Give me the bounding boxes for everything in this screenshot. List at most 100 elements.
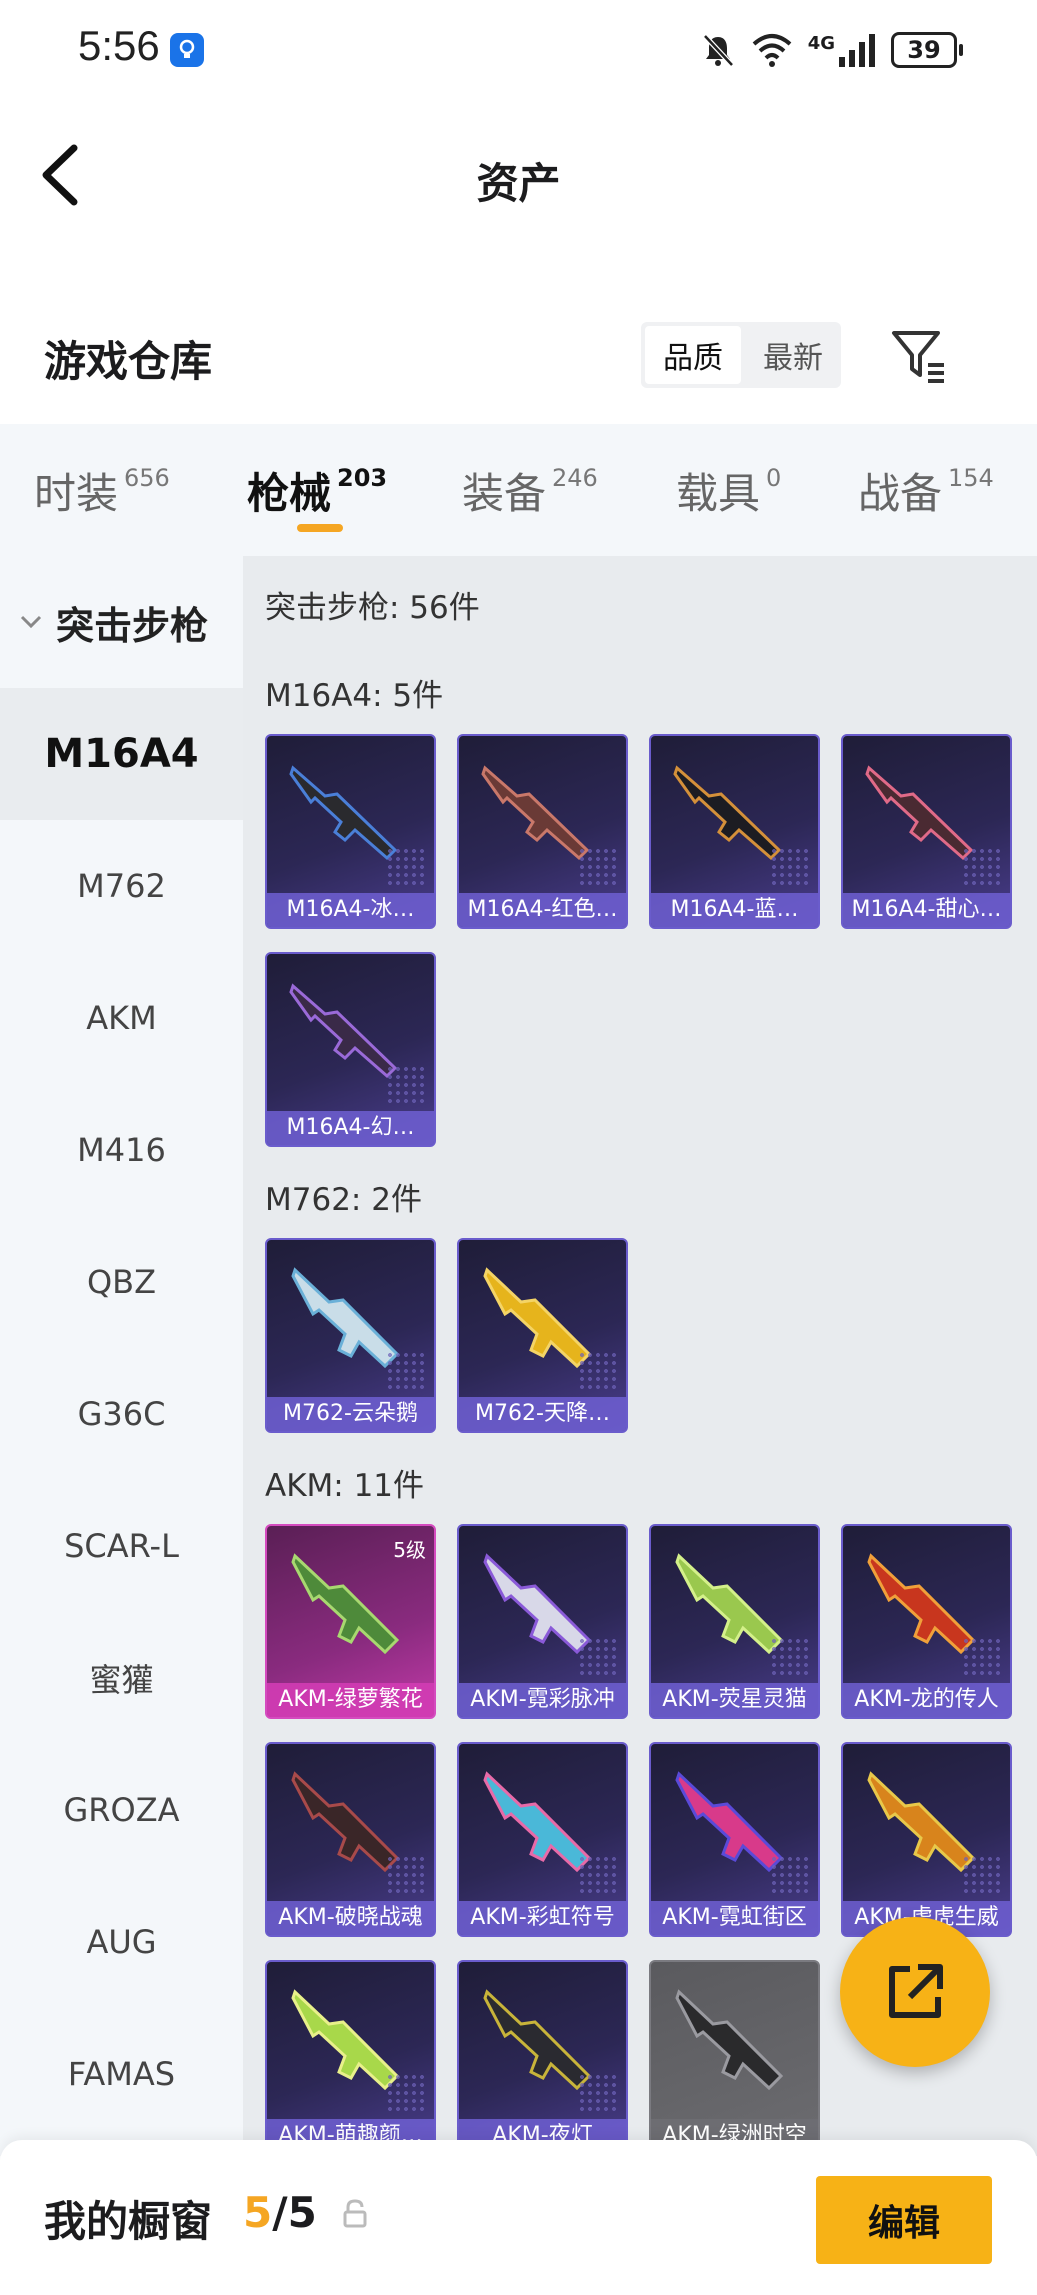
filter-icon[interactable] xyxy=(888,325,948,385)
sidebar-item-m16a4[interactable]: M16A4 xyxy=(0,688,243,820)
weapon-card[interactable]: AKM-破晓战魂 xyxy=(265,1742,436,1937)
sidebar-item-groza[interactable]: GROZA xyxy=(0,1744,243,1876)
weapon-name: M16A4-蓝… xyxy=(651,893,818,927)
tab-vehicles[interactable]: 载具 0 xyxy=(676,460,781,521)
weapon-card[interactable]: M762-云朵鹅 xyxy=(265,1238,436,1433)
tab-count: 154 xyxy=(948,464,994,492)
tab-label: 枪械 xyxy=(247,469,332,518)
clock: 5:56 xyxy=(78,22,160,69)
section-label-m16a4: M16A4: 5件 xyxy=(265,678,444,714)
sidebar-item-akm[interactable]: AKM xyxy=(0,952,243,1084)
rifle-icon xyxy=(675,1989,784,2091)
weapon-name: AKM-破晓战魂 xyxy=(267,1901,434,1935)
section-label-m762: M762: 2件 xyxy=(265,1182,422,1218)
dot-pattern xyxy=(386,847,426,887)
dot-pattern xyxy=(578,1351,618,1391)
weapon-card[interactable]: M16A4-红色… xyxy=(457,734,628,929)
dot-pattern xyxy=(578,2073,618,2113)
weapon-name: M762-天降… xyxy=(459,1397,626,1431)
tab-count: 246 xyxy=(552,464,598,492)
showcase-total: 5 xyxy=(287,2188,317,2237)
weapon-card[interactable]: M762-天降… xyxy=(457,1238,628,1433)
weapon-card[interactable]: M16A4-冰… xyxy=(265,734,436,929)
chevron-down-icon xyxy=(20,615,42,629)
tab-guns[interactable]: 枪械 203 xyxy=(247,460,387,521)
weapon-name: M16A4-红色… xyxy=(459,893,626,927)
showcase-count: 5/5 xyxy=(243,2188,317,2237)
dot-pattern xyxy=(962,847,1002,887)
lightbulb-icon xyxy=(170,33,204,67)
tab-count: 203 xyxy=(337,464,388,492)
sidebar-group-label: 突击步枪 xyxy=(56,603,209,648)
share-button[interactable] xyxy=(840,1917,990,2067)
weapon-card[interactable]: M16A4-蓝… xyxy=(649,734,820,929)
tab-count: 0 xyxy=(766,464,782,492)
dot-pattern xyxy=(386,1351,426,1391)
lock-icon xyxy=(343,2199,367,2228)
weapon-name: AKM-龙的传人 xyxy=(843,1683,1010,1717)
sidebar-item-g36c[interactable]: G36C xyxy=(0,1348,243,1480)
weapon-name: M16A4-甜心… xyxy=(843,893,1010,927)
weapon-name: AKM-荧星灵猫 xyxy=(651,1683,818,1717)
section-label-akm: AKM: 11件 xyxy=(265,1468,425,1504)
sidebar-item-famas[interactable]: FAMAS xyxy=(0,2008,243,2140)
weapon-card[interactable]: AKM-霓彩脉冲 xyxy=(457,1524,628,1719)
dot-pattern xyxy=(578,847,618,887)
weapon-card[interactable]: M16A4-幻… xyxy=(265,952,436,1147)
showcase-current: 5 xyxy=(243,2188,273,2237)
weapon-card[interactable]: AKM-虎虎生威 xyxy=(841,1742,1012,1937)
tab-supplies[interactable]: 战备 154 xyxy=(858,460,994,521)
weapon-card[interactable]: M16A4-甜心… xyxy=(841,734,1012,929)
weapon-sidebar: 突击步枪 M16A4 M762 AKM M416 QBZ G36C SCAR-L… xyxy=(0,556,243,2156)
tab-equipment[interactable]: 装备 246 xyxy=(462,460,598,521)
sidebar-item-m416[interactable]: M416 xyxy=(0,1084,243,1216)
showcase-label: 我的橱窗 xyxy=(44,2197,213,2246)
network-type: 4G xyxy=(807,32,835,54)
assets-page: 5:56 4G 39 资产 游戏仓库 品质 最新 时装 656 枪械 203 装… xyxy=(0,0,1037,2295)
weapon-name: AKM-霓彩脉冲 xyxy=(459,1683,626,1717)
level-badge: 5级 xyxy=(393,1538,426,1562)
page-title: 资产 xyxy=(476,159,561,208)
battery-icon: 39 xyxy=(891,32,963,68)
category-summary: 突击步枪: 56件 xyxy=(265,590,480,626)
sidebar-item-aug[interactable]: AUG xyxy=(0,1876,243,2008)
dot-pattern xyxy=(770,1637,810,1677)
mute-icon xyxy=(702,34,734,67)
edit-button[interactable]: 编辑 xyxy=(816,2176,992,2264)
tab-count: 656 xyxy=(124,464,170,492)
weapon-card[interactable]: AKM-龙的传人 xyxy=(841,1524,1012,1719)
tab-fashion[interactable]: 时装 656 xyxy=(34,460,170,521)
signal-icon xyxy=(839,34,875,67)
tab-label: 载具 xyxy=(676,469,761,518)
tab-label: 时装 xyxy=(34,469,119,518)
sort-quality-option[interactable]: 品质 xyxy=(645,326,741,384)
sort-toggle: 品质 最新 xyxy=(641,322,841,388)
dot-pattern xyxy=(962,1855,1002,1895)
weapon-card[interactable]: AKM-夜灯 xyxy=(457,1960,628,2155)
app-header: 资产 xyxy=(0,100,1037,250)
dot-pattern xyxy=(578,1637,618,1677)
weapon-card[interactable]: AKM-霓虹街区 xyxy=(649,1742,820,1937)
weapon-card[interactable]: 5级 AKM-绿萝繁花 xyxy=(265,1524,436,1719)
sidebar-item-scar-l[interactable]: SCAR-L xyxy=(0,1480,243,1612)
status-bar: 5:56 4G 39 xyxy=(0,0,1037,100)
sidebar-item-honey-badger[interactable]: 蜜獾 xyxy=(0,1612,243,1744)
tab-label: 战备 xyxy=(858,469,943,518)
rifle-icon xyxy=(291,1553,400,1655)
weapon-card[interactable]: AKM-萌趣颜… xyxy=(265,1960,436,2155)
sidebar-item-m762[interactable]: M762 xyxy=(0,820,243,952)
weapon-card[interactable]: AKM-彩虹符号 xyxy=(457,1742,628,1937)
sidebar-item-qbz[interactable]: QBZ xyxy=(0,1216,243,1348)
weapon-name: AKM-霓虹街区 xyxy=(651,1901,818,1935)
weapon-name: M16A4-幻… xyxy=(267,1111,434,1145)
weapon-card[interactable]: AKM-绿洲时空 xyxy=(649,1960,820,2155)
weapon-card[interactable]: AKM-荧星灵猫 xyxy=(649,1524,820,1719)
dot-pattern xyxy=(770,1855,810,1895)
dot-pattern xyxy=(386,1855,426,1895)
dot-pattern xyxy=(386,2073,426,2113)
external-link-icon xyxy=(889,1964,943,2018)
showcase-separator: / xyxy=(272,2188,288,2237)
weapon-name: M762-云朵鹅 xyxy=(267,1397,434,1431)
sidebar-group-assault-rifles[interactable]: 突击步枪 xyxy=(0,556,243,688)
sort-newest-option[interactable]: 最新 xyxy=(745,322,841,388)
